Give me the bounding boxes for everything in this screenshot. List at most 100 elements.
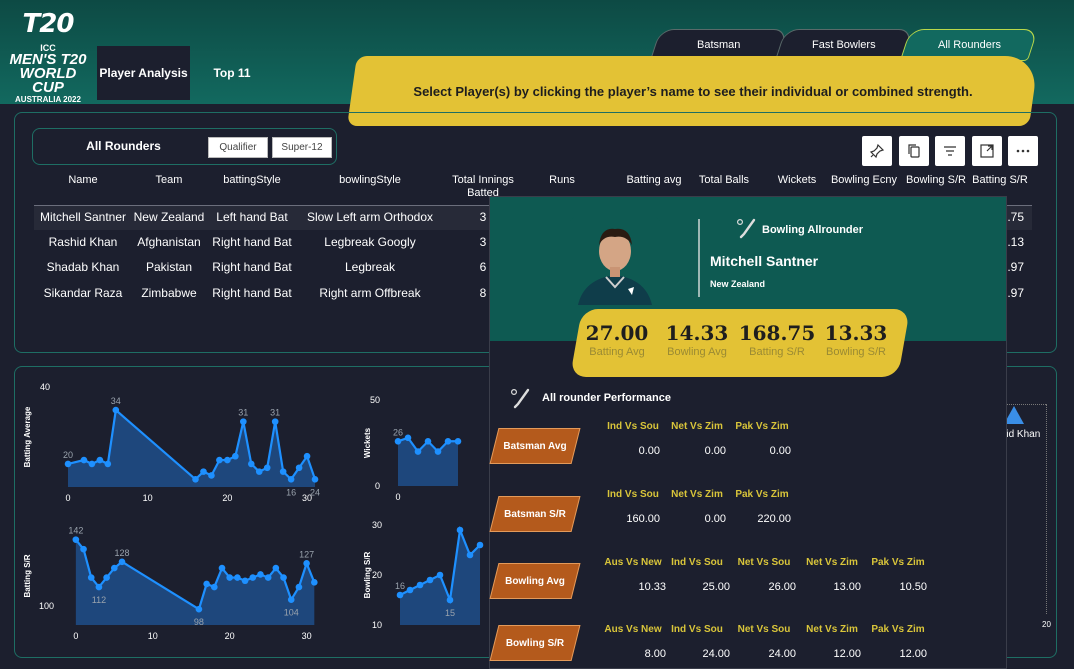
data-point[interactable]	[396, 591, 404, 599]
col-runs[interactable]: Runs	[538, 174, 586, 187]
data-point[interactable]	[87, 574, 95, 581]
y-tick-label: 50	[370, 395, 380, 405]
data-point[interactable]	[271, 418, 279, 425]
player-role: Bowling Allrounder	[762, 224, 864, 236]
data-point[interactable]	[287, 476, 295, 483]
data-point[interactable]	[72, 536, 80, 543]
data-point[interactable]	[249, 574, 257, 581]
col-team[interactable]: Team	[139, 174, 199, 187]
data-point[interactable]	[263, 464, 271, 472]
data-point[interactable]	[200, 468, 207, 475]
data-point[interactable]	[295, 583, 303, 591]
data-point[interactable]	[436, 571, 444, 579]
bowling-sr-chart[interactable]: Bowling S/R 30 20 10 16 15	[360, 515, 485, 645]
data-point[interactable]	[208, 472, 215, 479]
data-point[interactable]	[203, 580, 210, 588]
data-point[interactable]	[280, 574, 287, 581]
qualifier-button[interactable]: Qualifier	[208, 137, 268, 158]
col-batting-style[interactable]: battingStyle	[212, 174, 292, 187]
cell-batting-style: Right hand Bat	[212, 286, 292, 300]
data-point[interactable]	[112, 406, 120, 414]
stat-bowling-sr: 13.33 Bowling S/R	[817, 321, 895, 359]
data-point[interactable]	[394, 437, 402, 445]
data-point[interactable]	[476, 541, 484, 549]
data-point[interactable]	[287, 596, 295, 604]
super-12-button[interactable]: Super-12	[272, 137, 332, 158]
col-name[interactable]: Name	[52, 174, 114, 187]
data-point[interactable]	[311, 579, 318, 586]
data-point[interactable]	[96, 456, 104, 464]
col-total-balls[interactable]: Total Balls	[688, 174, 760, 187]
col-wickets[interactable]: Wickets	[770, 174, 824, 187]
perf-value: 25.00	[702, 581, 730, 593]
data-point[interactable]	[424, 437, 432, 445]
x-tick-label: 20	[225, 631, 235, 641]
data-point[interactable]	[224, 456, 231, 464]
data-point[interactable]	[240, 418, 247, 425]
data-point[interactable]	[303, 452, 311, 460]
data-point[interactable]	[406, 586, 414, 594]
data-point[interactable]	[104, 460, 112, 468]
data-point[interactable]	[226, 574, 233, 581]
data-point[interactable]	[311, 476, 319, 483]
cricket-bat-icon	[736, 217, 758, 241]
data-point[interactable]	[257, 571, 264, 578]
data-point[interactable]	[414, 448, 422, 455]
data-point[interactable]	[95, 583, 103, 591]
tab-top-11[interactable]: Top 11	[200, 46, 264, 100]
data-point[interactable]	[434, 448, 442, 455]
copy-icon[interactable]	[899, 136, 929, 166]
col-bowling-ecny[interactable]: Bowling Ecny	[828, 174, 900, 187]
data-point[interactable]	[118, 558, 126, 566]
pin-icon[interactable]	[862, 136, 892, 166]
expand-icon[interactable]	[972, 136, 1002, 166]
data-point[interactable]	[64, 460, 72, 468]
col-batting-sr[interactable]: Batting S/R	[970, 174, 1030, 187]
data-point[interactable]	[454, 437, 462, 445]
data-point[interactable]	[255, 468, 263, 475]
data-point[interactable]	[466, 551, 474, 559]
data-point[interactable]	[264, 574, 272, 581]
data-point[interactable]	[211, 583, 218, 591]
data-point[interactable]	[218, 564, 226, 572]
data-point[interactable]	[247, 460, 255, 468]
data-point[interactable]	[446, 596, 454, 604]
data-point[interactable]	[241, 577, 249, 585]
filter-icon[interactable]	[935, 136, 965, 166]
data-point[interactable]	[216, 456, 223, 464]
cell-name[interactable]: Shadab Khan	[36, 260, 130, 274]
data-point[interactable]	[195, 605, 203, 613]
more-icon[interactable]	[1008, 136, 1038, 166]
data-point[interactable]	[279, 468, 287, 475]
data-point[interactable]	[88, 460, 96, 468]
data-point[interactable]	[404, 434, 412, 442]
data-point[interactable]	[456, 526, 464, 534]
data-point[interactable]	[272, 564, 280, 572]
series-area	[398, 437, 458, 486]
col-bowling-sr[interactable]: Bowling S/R	[903, 174, 969, 187]
data-point[interactable]	[416, 581, 424, 589]
perf-value: 24.00	[702, 648, 730, 660]
stat-label: Batting S/R	[749, 346, 805, 358]
col-bowling-style[interactable]: bowlingStyle	[320, 174, 420, 187]
data-point[interactable]	[192, 476, 199, 483]
wickets-chart[interactable]: Wickets 50 0 0 26	[360, 390, 485, 510]
data-point[interactable]	[80, 456, 88, 464]
data-point[interactable]	[103, 574, 110, 581]
data-point[interactable]	[80, 545, 87, 553]
data-point[interactable]	[444, 437, 452, 445]
data-point[interactable]	[303, 560, 310, 567]
perf-value: 13.00	[833, 581, 861, 593]
data-point[interactable]	[111, 564, 118, 572]
cell-name[interactable]: Rashid Khan	[36, 235, 130, 249]
data-point[interactable]	[426, 576, 434, 584]
data-point[interactable]	[234, 574, 241, 581]
batting-sr-chart[interactable]: Batting S/R 100 0 10 20 30 142 128 112 98 104 127	[20, 520, 330, 645]
cell-name[interactable]: Sikandar Raza	[36, 286, 130, 300]
data-point[interactable]	[232, 452, 239, 460]
cell-batting-style: Right hand Bat	[212, 235, 292, 249]
tab-player-analysis[interactable]: Player Analysis	[97, 46, 190, 100]
data-point[interactable]	[295, 464, 303, 472]
batting-average-chart[interactable]: Batting Average400 10 20 30203431 3116 24	[20, 380, 330, 505]
cell-name[interactable]: Mitchell Santner	[36, 210, 130, 224]
